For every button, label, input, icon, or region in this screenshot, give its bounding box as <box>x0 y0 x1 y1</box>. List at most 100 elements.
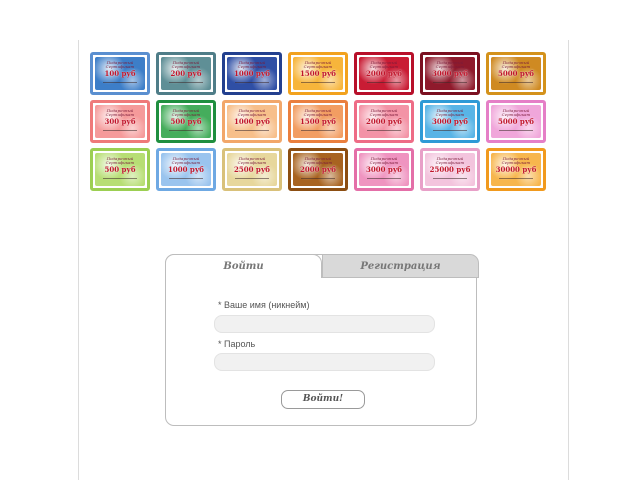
certificate-title: Подарочный Сертификат <box>105 108 135 117</box>
certificate-value: 1500 руб <box>300 69 336 78</box>
certificate-title: Подарочный Сертификат <box>237 108 267 117</box>
signature-line <box>367 82 401 85</box>
signature-line <box>367 130 401 133</box>
login-submit-button[interactable]: Войти! <box>281 390 365 409</box>
certificate-title: Подарочный Сертификат <box>501 156 531 165</box>
signature-line <box>301 130 335 133</box>
certificate-title: Подарочный Сертификат <box>171 156 201 165</box>
certificate-card[interactable]: Подарочный Сертификат 2500 руб <box>222 148 282 191</box>
certificate-card[interactable]: Подарочный Сертификат 3000 руб <box>354 148 414 191</box>
page-right-border <box>568 40 569 480</box>
certificate-card[interactable]: Подарочный Сертификат 300 руб <box>90 100 150 143</box>
certificate-card[interactable]: Подарочный Сертификат 1500 руб <box>288 52 348 95</box>
signature-line <box>499 178 533 181</box>
tab-login[interactable]: Войти <box>165 254 322 278</box>
certificate-title: Подарочный Сертификат <box>171 108 201 117</box>
name-input[interactable] <box>214 315 435 333</box>
certificate-card[interactable]: Подарочный Сертификат 2000 руб <box>354 100 414 143</box>
certificate-value: 300 руб <box>104 117 136 126</box>
password-label: * Пароль <box>218 339 256 349</box>
certificate-card[interactable]: Подарочный Сертификат 2000 руб <box>288 148 348 191</box>
signature-line <box>103 130 137 133</box>
certificate-artwork: Подарочный Сертификат 30000 руб <box>491 153 541 186</box>
certificate-artwork: Подарочный Сертификат 200 руб <box>161 57 211 90</box>
certificate-card[interactable]: Подарочный Сертификат 1000 руб <box>156 148 216 191</box>
certificate-artwork: Подарочный Сертификат 2000 руб <box>359 105 409 138</box>
certificate-card[interactable]: Подарочный Сертификат 100 руб <box>90 52 150 95</box>
certificate-value: 3000 руб <box>366 165 402 174</box>
certificate-card[interactable]: Подарочный Сертификат 1500 руб <box>288 100 348 143</box>
certificate-value: 2500 руб <box>234 165 270 174</box>
certificate-card[interactable]: Подарочный Сертификат 1000 руб <box>222 52 282 95</box>
certificate-artwork: Подарочный Сертификат 1000 руб <box>227 57 277 90</box>
certificate-title: Подарочный Сертификат <box>369 60 399 69</box>
signature-line <box>235 130 269 133</box>
certificate-title: Подарочный Сертификат <box>105 60 135 69</box>
certificate-artwork: Подарочный Сертификат 3000 руб <box>425 57 475 90</box>
auth-panel: Войти Регистрация * Ваше имя (никнейм) *… <box>165 254 479 426</box>
certificate-title: Подарочный Сертификат <box>435 156 465 165</box>
certificate-title: Подарочный Сертификат <box>237 60 267 69</box>
certificate-value: 3000 руб <box>432 117 468 126</box>
certificate-value: 1000 руб <box>234 117 270 126</box>
certificate-artwork: Подарочный Сертификат 1000 руб <box>161 153 211 186</box>
certificate-card[interactable]: Подарочный Сертификат 3000 руб <box>420 52 480 95</box>
certificate-title: Подарочный Сертификат <box>435 108 465 117</box>
certificate-title: Подарочный Сертификат <box>237 156 267 165</box>
certificate-value: 2000 руб <box>300 165 336 174</box>
certificate-artwork: Подарочный Сертификат 2000 руб <box>293 153 343 186</box>
certificate-title: Подарочный Сертификат <box>171 60 201 69</box>
certificate-card[interactable]: Подарочный Сертификат 25000 руб <box>420 148 480 191</box>
certificate-card[interactable]: Подарочный Сертификат 500 руб <box>156 100 216 143</box>
certificate-card[interactable]: Подарочный Сертификат 1000 руб <box>222 100 282 143</box>
certificate-artwork: Подарочный Сертификат 5000 руб <box>491 57 541 90</box>
certificate-value: 25000 руб <box>429 165 471 174</box>
certificate-title: Подарочный Сертификат <box>303 156 333 165</box>
certificate-value: 30000 руб <box>495 165 537 174</box>
certificate-value: 1500 руб <box>300 117 336 126</box>
certificate-card[interactable]: Подарочный Сертификат 30000 руб <box>486 148 546 191</box>
signature-line <box>169 82 203 85</box>
certificate-card[interactable]: Подарочный Сертификат 5000 руб <box>486 100 546 143</box>
certificate-card[interactable]: Подарочный Сертификат 200 руб <box>156 52 216 95</box>
certificate-artwork: Подарочный Сертификат 1000 руб <box>227 105 277 138</box>
certificate-value: 100 руб <box>104 69 136 78</box>
certificate-value: 200 руб <box>170 69 202 78</box>
certificate-title: Подарочный Сертификат <box>303 108 333 117</box>
certificate-artwork: Подарочный Сертификат 25000 руб <box>425 153 475 186</box>
signature-line <box>433 178 467 181</box>
certificate-artwork: Подарочный Сертификат 500 руб <box>161 105 211 138</box>
page-left-border <box>78 40 79 480</box>
certificate-artwork: Подарочный Сертификат 1500 руб <box>293 57 343 90</box>
certificate-artwork: Подарочный Сертификат 300 руб <box>95 105 145 138</box>
certificate-card[interactable]: Подарочный Сертификат 2000 руб <box>354 52 414 95</box>
certificate-value: 2000 руб <box>366 117 402 126</box>
signature-line <box>367 178 401 181</box>
certificate-card[interactable]: Подарочный Сертификат 5000 руб <box>486 52 546 95</box>
certificate-artwork: Подарочный Сертификат 100 руб <box>95 57 145 90</box>
certificate-value: 2000 руб <box>366 69 402 78</box>
certificate-title: Подарочный Сертификат <box>369 156 399 165</box>
signature-line <box>433 82 467 85</box>
certificate-value: 500 руб <box>104 165 136 174</box>
certificate-value: 500 руб <box>170 117 202 126</box>
certificate-artwork: Подарочный Сертификат 2500 руб <box>227 153 277 186</box>
certificate-title: Подарочный Сертификат <box>501 60 531 69</box>
signature-line <box>103 178 137 181</box>
certificate-title: Подарочный Сертификат <box>501 108 531 117</box>
certificate-artwork: Подарочный Сертификат 2000 руб <box>359 57 409 90</box>
certificate-value: 1000 руб <box>234 69 270 78</box>
certificate-value: 3000 руб <box>432 69 468 78</box>
certificate-artwork: Подарочный Сертификат 5000 руб <box>491 105 541 138</box>
certificate-card[interactable]: Подарочный Сертификат 500 руб <box>90 148 150 191</box>
certificate-title: Подарочный Сертификат <box>105 156 135 165</box>
password-input[interactable] <box>214 353 435 371</box>
certificate-artwork: Подарочный Сертификат 1500 руб <box>293 105 343 138</box>
signature-line <box>169 178 203 181</box>
certificate-value: 5000 руб <box>498 69 534 78</box>
certificate-artwork: Подарочный Сертификат 3000 руб <box>425 105 475 138</box>
signature-line <box>235 178 269 181</box>
certificate-value: 1000 руб <box>168 165 204 174</box>
tab-register[interactable]: Регистрация <box>322 254 479 278</box>
certificate-card[interactable]: Подарочный Сертификат 3000 руб <box>420 100 480 143</box>
